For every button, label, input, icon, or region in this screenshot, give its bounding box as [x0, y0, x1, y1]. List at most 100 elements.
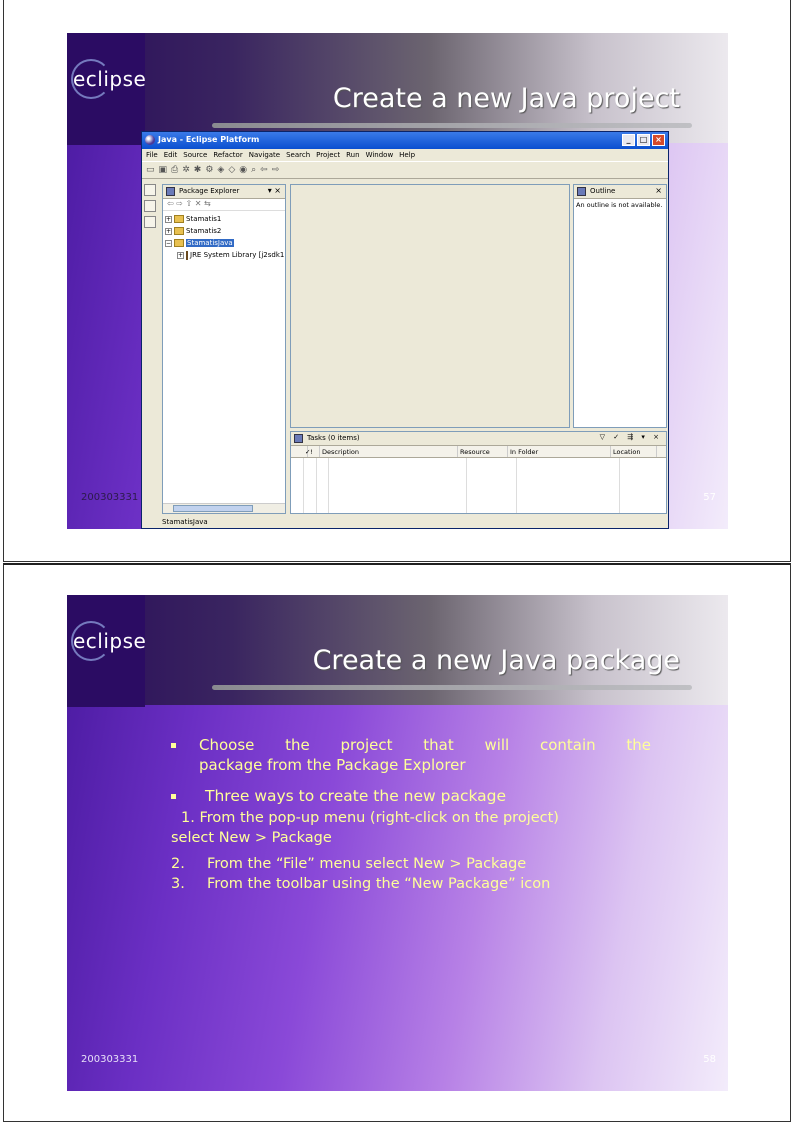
forward-icon[interactable]: ⇨ [272, 165, 280, 175]
package-explorer-tab[interactable]: Package Explorer ▾ × [163, 185, 285, 199]
horizontal-scrollbar[interactable] [163, 503, 285, 513]
main-toolbar: ▭ ▣ ⎙ ✲ ✱ ⚙ ◈ ◇ ◉ ⌕ ⇦ ⇨ [142, 161, 668, 179]
eclipse-window: Java - Eclipse Platform _ □ × File Edit … [141, 131, 669, 529]
step-number: 2. [171, 856, 185, 872]
bullet-choose-project: Choose the project that will contain the… [171, 735, 651, 775]
project-folder-icon [174, 239, 184, 247]
step-number: 3. [171, 876, 185, 892]
library-icon [186, 250, 188, 260]
back-icon[interactable]: ⇦ [260, 165, 268, 175]
menu-window[interactable]: Window [366, 151, 394, 161]
tree-item-label: Stamatis1 [186, 215, 222, 223]
new-class-icon[interactable]: ◈ [217, 165, 224, 175]
tree-item-stamatisjava[interactable]: − StamatisJava [165, 237, 283, 249]
eclipse-logo-box: eclipse [67, 33, 147, 145]
menu-refactor[interactable]: Refactor [213, 151, 242, 161]
view-close-icon[interactable]: × [655, 186, 662, 195]
tree-item-stamatis1[interactable]: + Stamatis1 [165, 213, 283, 225]
package-explorer-toolbar: ⇦ ⇨ ⇧ ✕ ⇆ [163, 199, 285, 211]
tasks-icon [294, 434, 303, 443]
eclipse-logo-box: eclipse [67, 595, 147, 707]
menu-help[interactable]: Help [399, 151, 415, 161]
page-number: 57 [703, 492, 716, 503]
close-button[interactable]: × [652, 134, 665, 146]
title-underline [212, 123, 692, 128]
outline-title: Outline [590, 187, 616, 195]
tree-item-stamatis2[interactable]: + Stamatis2 [165, 225, 283, 237]
eclipse-app-icon [145, 135, 155, 145]
status-bar: StamatisJava [162, 518, 208, 526]
menu-project[interactable]: Project [316, 151, 340, 161]
eclipse-logo: eclipse [73, 629, 147, 653]
open-type-icon[interactable]: ◉ [239, 165, 247, 175]
column-done[interactable]: ✓ [291, 446, 310, 457]
step-text: From the “File” menu select New > Packag… [207, 856, 527, 872]
open-perspective-icon[interactable] [144, 184, 156, 196]
bullet-square-icon [171, 794, 176, 799]
menu-source[interactable]: Source [183, 151, 207, 161]
external-tools-icon[interactable]: ⚙ [205, 165, 213, 175]
expand-icon[interactable]: + [165, 227, 172, 235]
footer-id: 200303331 [81, 1054, 139, 1065]
outline-tab[interactable]: Outline × [574, 185, 666, 199]
scrollbar-thumb[interactable] [173, 505, 253, 512]
search-icon[interactable]: ⌕ [251, 165, 256, 175]
tree-item-label: StamatisJava [186, 239, 234, 247]
page-frame-bottom: eclipse Create a new Java package Choose… [3, 563, 791, 1122]
slide-title: Create a new Java project [332, 83, 680, 114]
expand-icon[interactable]: + [177, 251, 184, 259]
column-priority[interactable]: ! [308, 446, 320, 457]
debug-icon[interactable]: ✲ [182, 165, 190, 175]
project-folder-icon [174, 215, 184, 223]
tasks-view: Tasks (0 items) ▽ ✓ ⇶ ▾ × ✓ ! Descriptio… [290, 431, 667, 514]
window-titlebar[interactable]: Java - Eclipse Platform _ □ × [142, 132, 668, 149]
slide-57: eclipse Create a new Java project Java -… [67, 33, 728, 529]
expand-icon[interactable]: + [165, 215, 172, 223]
window-title: Java - Eclipse Platform [158, 135, 260, 144]
new-package-icon[interactable]: ◇ [228, 165, 235, 175]
bullet-text: Choose the project that will contain the [199, 736, 651, 754]
editor-area[interactable] [290, 184, 570, 428]
package-explorer-icon [166, 187, 175, 196]
step-3: 3. From the toolbar using the “New Packa… [171, 874, 651, 894]
collapse-icon[interactable]: − [165, 239, 172, 247]
maximize-button[interactable]: □ [637, 134, 650, 146]
save-icon[interactable]: ▣ [159, 165, 168, 175]
column-resource[interactable]: Resource [458, 446, 508, 457]
java-perspective-icon[interactable] [144, 216, 156, 228]
column-location[interactable]: Location [611, 446, 657, 457]
tasks-toolbar-icons[interactable]: ▽ ✓ ⇶ ▾ × [600, 433, 662, 441]
menu-run[interactable]: Run [346, 151, 359, 161]
outline-view: Outline × An outline is not available. [573, 184, 667, 428]
perspective-bar [144, 184, 160, 228]
run-icon[interactable]: ✱ [194, 165, 202, 175]
package-explorer-view: Package Explorer ▾ × ⇦ ⇨ ⇧ ✕ ⇆ + Stamati… [162, 184, 286, 514]
menu-search[interactable]: Search [286, 151, 310, 161]
menu-edit[interactable]: Edit [164, 151, 178, 161]
bullet-square-icon [171, 743, 176, 748]
tree-item-jre-library[interactable]: + JRE System Library [j2sdk1 [165, 249, 285, 261]
eclipse-logo: eclipse [73, 67, 147, 91]
menu-file[interactable]: File [146, 151, 158, 161]
column-in-folder[interactable]: In Folder [508, 446, 611, 457]
view-close-icon[interactable]: ▾ × [268, 186, 281, 195]
tree-item-label: JRE System Library [j2sdk1 [190, 251, 285, 259]
column-description[interactable]: Description [320, 446, 458, 457]
new-icon[interactable]: ▭ [146, 165, 155, 175]
package-explorer-title: Package Explorer [179, 187, 240, 195]
bullet-text-cont: package from the Package Explorer [199, 756, 466, 774]
menu-bar: File Edit Source Refactor Navigate Searc… [142, 149, 668, 161]
resource-perspective-icon[interactable] [144, 200, 156, 212]
tasks-tab[interactable]: Tasks (0 items) ▽ ✓ ⇶ ▾ × [291, 432, 666, 446]
step-1-line-2: select New > Package [171, 830, 332, 846]
project-tree: + Stamatis1 + Stamatis2 − StamatisJava +… [163, 211, 285, 263]
menu-navigate[interactable]: Navigate [249, 151, 280, 161]
print-icon[interactable]: ⎙ [171, 165, 178, 175]
footer-id: 200303331 [81, 492, 139, 503]
step-1-line-1: 1. From the pop-up menu (right-click on … [181, 810, 559, 826]
page-frame-top: eclipse Create a new Java project Java -… [3, 0, 791, 562]
step-1: 1. From the pop-up menu (right-click on … [171, 808, 651, 848]
minimize-button[interactable]: _ [622, 134, 635, 146]
outline-message: An outline is not available. [576, 201, 663, 209]
bullet-text: Three ways to create the new package [205, 787, 507, 805]
